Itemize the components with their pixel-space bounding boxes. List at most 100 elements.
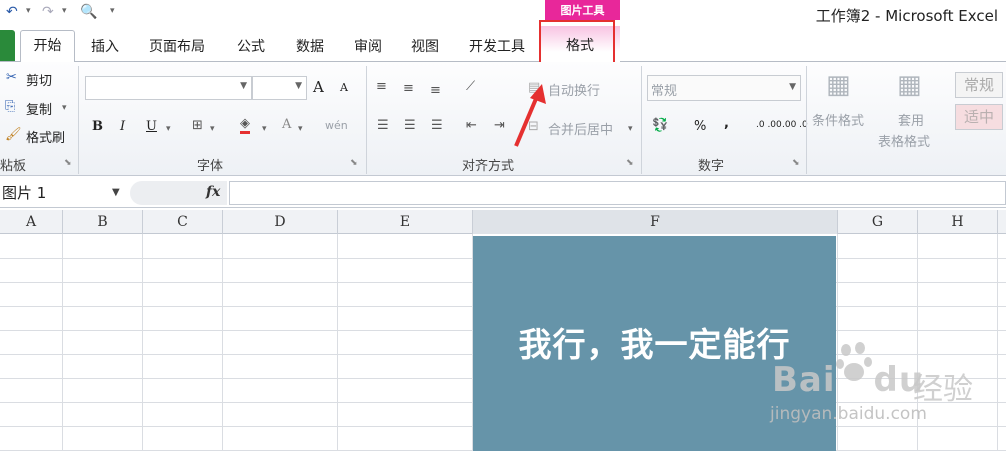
format-painter-icon: 🖌 [5,127,22,142]
number-format-combo[interactable]: 常规 ▼ [647,75,801,101]
watermark-jingyan: 经验 [913,372,973,407]
tab-data[interactable]: 数据 [296,36,324,56]
column-header-h[interactable]: H [918,210,998,234]
align-left-icon[interactable]: ☰ [377,118,389,133]
number-group-label: 数字 [698,159,725,174]
underline-button[interactable]: U [146,119,157,134]
redo-dropdown-icon[interactable]: ▾ [62,6,67,16]
increase-decimal-button[interactable]: .0 .00 [756,120,782,130]
cut-button[interactable]: 剪切 [26,70,52,89]
clipboard-group-label: 粘板 [0,159,27,174]
number-launcher-icon[interactable]: ⬊ [792,158,800,168]
orientation-icon[interactable]: ⟋ [466,79,475,94]
undo-icon[interactable]: ↶ [6,4,18,20]
align-center-icon[interactable]: ☰ [404,118,416,133]
format-as-table-label: 表格格式 [878,135,931,150]
group-divider [78,66,79,174]
customize-qat-icon[interactable]: ▾ [110,6,115,16]
app-title: 工作簿2 - Microsoft Excel [815,7,998,25]
column-header-e[interactable]: E [338,210,473,234]
format-painter-button[interactable]: 格式刷 [26,127,65,146]
currency-icon[interactable]: 💱 [652,118,668,133]
watermark-brand: Bai du [772,360,924,400]
tab-page-layout[interactable]: 页面布局 [149,36,205,56]
context-tab-group-label: 图片工具 [545,0,620,20]
tab-view[interactable]: 视图 [411,36,439,56]
grid-line [142,234,143,451]
font-size-combo[interactable]: ▼ [252,76,307,100]
column-header-f[interactable]: F [473,210,838,234]
comma-button[interactable]: , [724,116,729,131]
chevron-down-icon: ▼ [295,81,302,91]
decrease-indent-icon[interactable]: ⇤ [466,118,477,133]
tab-review[interactable]: 审阅 [354,36,382,56]
group-divider [366,66,367,174]
underline-dropdown-icon[interactable]: ▾ [166,124,171,134]
scissors-icon: ✂ [6,70,17,85]
font-group-label: 字体 [197,159,224,174]
grid-line [62,234,63,451]
clipboard-launcher-icon[interactable]: ⬊ [64,158,72,168]
cell-style-normal[interactable]: 常规 [955,72,1003,98]
align-bottom-icon[interactable]: ≡ [430,83,441,98]
tab-developer[interactable]: 开发工具 [469,36,525,56]
column-header-a[interactable]: A [0,210,63,234]
alignment-group-label: 对齐方式 [462,159,515,174]
picture-text: 我行，我一定能行 [518,325,791,364]
percent-button[interactable]: % [694,119,706,134]
insert-function-icon[interactable]: fx [206,184,220,200]
undo-dropdown-icon[interactable]: ▾ [26,6,31,16]
redo-icon[interactable]: ↷ [42,4,54,20]
border-icon[interactable]: ⊞ [192,118,203,133]
grid-line [222,234,223,451]
increase-indent-icon[interactable]: ⇥ [494,118,505,133]
group-divider [641,66,642,174]
font-color-dropdown-icon[interactable]: ▾ [298,124,303,134]
conditional-format-button[interactable]: 条件格式 [812,110,864,129]
column-header-d[interactable]: D [223,210,338,234]
decrease-decimal-button[interactable]: .00 .0 [782,120,808,130]
align-top-icon[interactable]: ≡ [376,79,387,94]
watermark-brand-text: Bai [772,360,836,400]
bold-button[interactable]: B [92,119,103,134]
phonetic-button[interactable]: wén [325,119,348,132]
align-right-icon[interactable]: ☰ [431,118,443,133]
copy-button[interactable]: 复制 [26,99,52,118]
column-header-g[interactable]: G [838,210,918,234]
tab-home[interactable]: 开始 [20,30,75,62]
tab-formulas[interactable]: 公式 [237,36,265,56]
file-tab[interactable] [0,30,15,61]
formula-input[interactable] [229,181,1006,205]
border-dropdown-icon[interactable]: ▾ [210,124,215,134]
copy-dropdown-icon[interactable]: ▾ [62,103,67,113]
fill-color-dropdown-icon[interactable]: ▾ [262,124,267,134]
align-middle-icon[interactable]: ≡ [403,81,414,96]
fill-color-icon[interactable]: ◈ [240,116,250,134]
column-header-c[interactable]: C [143,210,223,234]
font-launcher-icon[interactable]: ⬊ [350,158,358,168]
watermark-url: jingyan.baidu.com [770,404,927,424]
tab-insert[interactable]: 插入 [91,36,119,56]
merge-dropdown-icon[interactable]: ▾ [628,124,633,134]
wrap-text-button[interactable]: 自动换行 [548,80,600,99]
shrink-font-button[interactable]: A [340,81,348,94]
cell-style-neutral[interactable]: 适中 [955,104,1003,130]
annotation-arrow-icon [514,84,546,147]
chevron-down-icon: ▼ [240,81,247,91]
italic-button[interactable]: I [120,119,125,134]
font-name-combo[interactable]: ▼ [85,76,252,100]
copy-icon: ⎘ [5,99,16,114]
group-divider [806,66,807,174]
name-box[interactable]: 图片 1 [0,181,128,205]
merge-center-button[interactable]: 合并后居中 [548,119,613,138]
grow-font-button[interactable]: A [313,78,324,96]
format-as-table-icon: ▦ [897,70,922,100]
name-box-dropdown-icon[interactable]: ▼ [112,187,120,198]
format-as-table-button[interactable]: 套用 [898,110,924,129]
print-preview-icon[interactable]: 🔍 [80,4,97,20]
column-header-b[interactable]: B [63,210,143,234]
grid-line [997,234,998,451]
font-color-button[interactable]: A [282,117,291,132]
alignment-launcher-icon[interactable]: ⬊ [626,158,634,168]
chevron-down-icon: ▼ [789,82,796,92]
